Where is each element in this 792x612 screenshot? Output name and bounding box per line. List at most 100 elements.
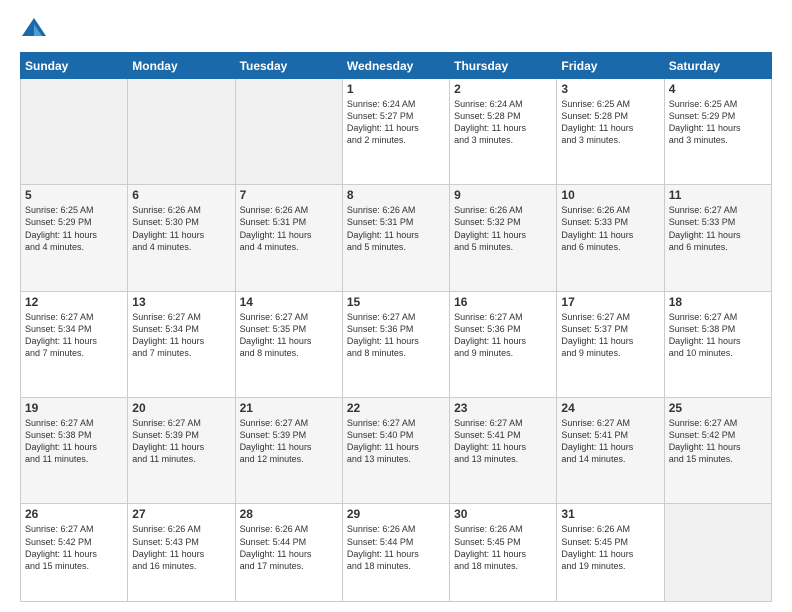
day-number: 17 xyxy=(561,295,659,309)
weekday-header-thursday: Thursday xyxy=(450,53,557,79)
day-number: 29 xyxy=(347,507,445,521)
day-info: Sunrise: 6:26 AM Sunset: 5:31 PM Dayligh… xyxy=(240,204,338,253)
day-number: 22 xyxy=(347,401,445,415)
calendar-table: SundayMondayTuesdayWednesdayThursdayFrid… xyxy=(20,52,772,602)
calendar-cell xyxy=(664,504,771,602)
day-number: 1 xyxy=(347,82,445,96)
calendar-body: 1Sunrise: 6:24 AM Sunset: 5:27 PM Daylig… xyxy=(21,79,772,602)
calendar-cell: 28 Sunrise: 6:26 AM Sunset: 5:44 PM Dayli… xyxy=(235,504,342,602)
day-number: 3 xyxy=(561,82,659,96)
calendar-cell: 12Sunrise: 6:27 AM Sunset: 5:34 PM Dayli… xyxy=(21,291,128,397)
weekday-header-row: SundayMondayTuesdayWednesdayThursdayFrid… xyxy=(21,53,772,79)
calendar-cell: 10Sunrise: 6:26 AM Sunset: 5:33 PM Dayli… xyxy=(557,185,664,291)
day-info: Sunrise: 6:27 AM Sunset: 5:42 PM Dayligh… xyxy=(669,417,767,466)
calendar-cell: 11 Sunrise: 6:27 AM Sunset: 5:33 PM Dayli… xyxy=(664,185,771,291)
calendar-cell: 4 Sunrise: 6:25 AM Sunset: 5:29 PM Daylig… xyxy=(664,79,771,185)
weekday-header-friday: Friday xyxy=(557,53,664,79)
day-info: Sunrise: 6:27 AM Sunset: 5:40 PM Dayligh… xyxy=(347,417,445,466)
calendar-cell: 27 Sunrise: 6:26 AM Sunset: 5:43 PM Dayli… xyxy=(128,504,235,602)
calendar-cell: 20 Sunrise: 6:27 AM Sunset: 5:39 PM Dayli… xyxy=(128,398,235,504)
calendar-week-3: 12Sunrise: 6:27 AM Sunset: 5:34 PM Dayli… xyxy=(21,291,772,397)
calendar-cell: 29 Sunrise: 6:26 AM Sunset: 5:44 PM Dayli… xyxy=(342,504,449,602)
day-info: Sunrise: 6:27 AM Sunset: 5:39 PM Dayligh… xyxy=(240,417,338,466)
day-number: 2 xyxy=(454,82,552,96)
day-number: 27 xyxy=(132,507,230,521)
weekday-header-sunday: Sunday xyxy=(21,53,128,79)
day-number: 31 xyxy=(561,507,659,521)
day-number: 13 xyxy=(132,295,230,309)
day-info: Sunrise: 6:26 AM Sunset: 5:44 PM Dayligh… xyxy=(347,523,445,572)
day-number: 6 xyxy=(132,188,230,202)
calendar-header: SundayMondayTuesdayWednesdayThursdayFrid… xyxy=(21,53,772,79)
calendar-cell xyxy=(235,79,342,185)
day-number: 20 xyxy=(132,401,230,415)
day-info: Sunrise: 6:26 AM Sunset: 5:31 PM Dayligh… xyxy=(347,204,445,253)
weekday-header-saturday: Saturday xyxy=(664,53,771,79)
calendar-cell: 14Sunrise: 6:27 AM Sunset: 5:35 PM Dayli… xyxy=(235,291,342,397)
day-info: Sunrise: 6:26 AM Sunset: 5:30 PM Dayligh… xyxy=(132,204,230,253)
calendar-cell: 7 Sunrise: 6:26 AM Sunset: 5:31 PM Daylig… xyxy=(235,185,342,291)
day-number: 8 xyxy=(347,188,445,202)
calendar-cell: 23Sunrise: 6:27 AM Sunset: 5:41 PM Dayli… xyxy=(450,398,557,504)
calendar-cell: 25 Sunrise: 6:27 AM Sunset: 5:42 PM Dayli… xyxy=(664,398,771,504)
calendar-cell: 24 Sunrise: 6:27 AM Sunset: 5:41 PM Dayli… xyxy=(557,398,664,504)
day-info: Sunrise: 6:25 AM Sunset: 5:28 PM Dayligh… xyxy=(561,98,659,147)
day-info: Sunrise: 6:26 AM Sunset: 5:45 PM Dayligh… xyxy=(561,523,659,572)
calendar-week-5: 26 Sunrise: 6:27 AM Sunset: 5:42 PM Dayli… xyxy=(21,504,772,602)
day-info: Sunrise: 6:27 AM Sunset: 5:41 PM Dayligh… xyxy=(561,417,659,466)
calendar-cell: 18 Sunrise: 6:27 AM Sunset: 5:38 PM Dayli… xyxy=(664,291,771,397)
calendar-cell: 3 Sunrise: 6:25 AM Sunset: 5:28 PM Daylig… xyxy=(557,79,664,185)
weekday-header-wednesday: Wednesday xyxy=(342,53,449,79)
day-info: Sunrise: 6:25 AM Sunset: 5:29 PM Dayligh… xyxy=(25,204,123,253)
calendar-cell: 1Sunrise: 6:24 AM Sunset: 5:27 PM Daylig… xyxy=(342,79,449,185)
day-number: 19 xyxy=(25,401,123,415)
weekday-header-monday: Monday xyxy=(128,53,235,79)
day-number: 9 xyxy=(454,188,552,202)
day-info: Sunrise: 6:27 AM Sunset: 5:41 PM Dayligh… xyxy=(454,417,552,466)
calendar-cell: 22 Sunrise: 6:27 AM Sunset: 5:40 PM Dayli… xyxy=(342,398,449,504)
calendar-cell: 16Sunrise: 6:27 AM Sunset: 5:36 PM Dayli… xyxy=(450,291,557,397)
calendar-cell: 2 Sunrise: 6:24 AM Sunset: 5:28 PM Daylig… xyxy=(450,79,557,185)
weekday-header-tuesday: Tuesday xyxy=(235,53,342,79)
calendar-cell: 13 Sunrise: 6:27 AM Sunset: 5:34 PM Dayli… xyxy=(128,291,235,397)
day-info: Sunrise: 6:24 AM Sunset: 5:28 PM Dayligh… xyxy=(454,98,552,147)
day-number: 14 xyxy=(240,295,338,309)
day-number: 25 xyxy=(669,401,767,415)
day-number: 15 xyxy=(347,295,445,309)
logo-icon xyxy=(20,16,48,44)
calendar-cell xyxy=(128,79,235,185)
day-info: Sunrise: 6:27 AM Sunset: 5:42 PM Dayligh… xyxy=(25,523,123,572)
calendar-cell: 19Sunrise: 6:27 AM Sunset: 5:38 PM Dayli… xyxy=(21,398,128,504)
day-info: Sunrise: 6:25 AM Sunset: 5:29 PM Dayligh… xyxy=(669,98,767,147)
calendar-cell: 8 Sunrise: 6:26 AM Sunset: 5:31 PM Daylig… xyxy=(342,185,449,291)
day-info: Sunrise: 6:27 AM Sunset: 5:39 PM Dayligh… xyxy=(132,417,230,466)
day-number: 24 xyxy=(561,401,659,415)
day-number: 26 xyxy=(25,507,123,521)
day-number: 16 xyxy=(454,295,552,309)
calendar-cell: 6 Sunrise: 6:26 AM Sunset: 5:30 PM Daylig… xyxy=(128,185,235,291)
day-number: 18 xyxy=(669,295,767,309)
day-info: Sunrise: 6:26 AM Sunset: 5:32 PM Dayligh… xyxy=(454,204,552,253)
day-number: 11 xyxy=(669,188,767,202)
day-number: 5 xyxy=(25,188,123,202)
logo xyxy=(20,16,52,44)
calendar-week-1: 1Sunrise: 6:24 AM Sunset: 5:27 PM Daylig… xyxy=(21,79,772,185)
day-number: 28 xyxy=(240,507,338,521)
day-info: Sunrise: 6:26 AM Sunset: 5:45 PM Dayligh… xyxy=(454,523,552,572)
calendar-cell xyxy=(21,79,128,185)
day-info: Sunrise: 6:27 AM Sunset: 5:34 PM Dayligh… xyxy=(132,311,230,360)
calendar-cell: 9 Sunrise: 6:26 AM Sunset: 5:32 PM Daylig… xyxy=(450,185,557,291)
day-info: Sunrise: 6:26 AM Sunset: 5:44 PM Dayligh… xyxy=(240,523,338,572)
day-number: 30 xyxy=(454,507,552,521)
day-number: 21 xyxy=(240,401,338,415)
day-info: Sunrise: 6:27 AM Sunset: 5:33 PM Dayligh… xyxy=(669,204,767,253)
day-number: 7 xyxy=(240,188,338,202)
calendar-cell: 26 Sunrise: 6:27 AM Sunset: 5:42 PM Dayli… xyxy=(21,504,128,602)
calendar-cell: 15Sunrise: 6:27 AM Sunset: 5:36 PM Dayli… xyxy=(342,291,449,397)
calendar-week-2: 5 Sunrise: 6:25 AM Sunset: 5:29 PM Daylig… xyxy=(21,185,772,291)
day-info: Sunrise: 6:26 AM Sunset: 5:33 PM Dayligh… xyxy=(561,204,659,253)
day-number: 4 xyxy=(669,82,767,96)
page: SundayMondayTuesdayWednesdayThursdayFrid… xyxy=(0,0,792,612)
day-info: Sunrise: 6:27 AM Sunset: 5:38 PM Dayligh… xyxy=(669,311,767,360)
day-info: Sunrise: 6:26 AM Sunset: 5:43 PM Dayligh… xyxy=(132,523,230,572)
